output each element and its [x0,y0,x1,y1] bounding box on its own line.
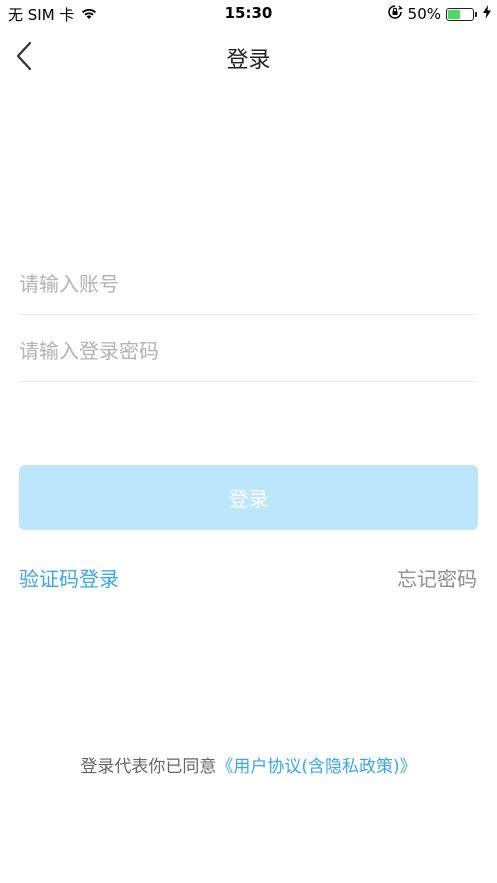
password-field [19,315,478,382]
forgot-password-link[interactable]: 忘记密码 [397,563,477,592]
account-field [19,248,478,315]
charging-icon [483,5,491,23]
account-input[interactable] [19,272,478,296]
user-agreement-link[interactable]: 《用户协议(含隐私政策)》 [216,757,416,777]
login-screen: 无 SIM 卡 15:30 50% 登录 请输入账号 登录 验证码登录 忘记密码… [0,0,497,883]
battery-fill [448,9,460,19]
page-title: 登录 [226,48,271,73]
password-input[interactable] [19,339,478,363]
agreement-text: 登录代表你已同意《用户协议(含隐私政策)》 [0,752,497,777]
battery-icon [446,7,477,21]
login-button[interactable]: 登录 [19,465,478,530]
sms-login-link[interactable]: 验证码登录 [19,563,119,592]
orientation-lock-icon [387,4,403,24]
nav-bar: 登录 [0,28,497,84]
battery-percent: 50% [407,5,441,23]
agreement-prefix: 登录代表你已同意 [80,757,217,777]
status-right: 50% [387,4,491,24]
status-bar: 无 SIM 卡 15:30 50% [0,0,497,28]
